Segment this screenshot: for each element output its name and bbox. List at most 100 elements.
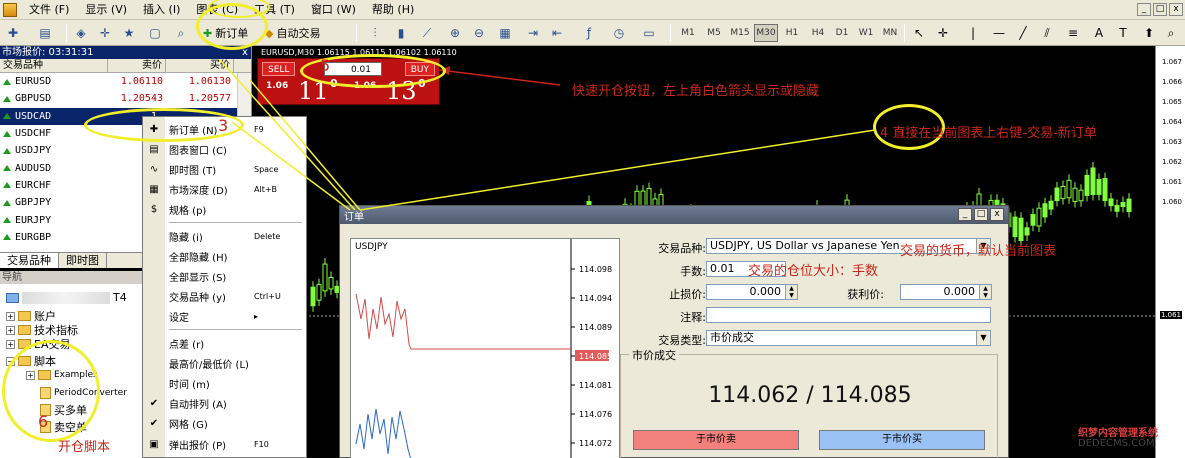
line-chart-icon[interactable]: ⟋ bbox=[418, 24, 436, 42]
dialog-minimize-button[interactable]: _ bbox=[958, 208, 972, 221]
context-menu-item[interactable]: ✔ 自动排列 (A) bbox=[143, 394, 306, 414]
order-type-select[interactable]: 市价成交 ▼ bbox=[706, 330, 991, 346]
expand-icon[interactable]: + bbox=[6, 325, 15, 335]
one-click-lot-input[interactable]: 0.01 bbox=[324, 62, 382, 76]
volume-input[interactable]: 0.01 bbox=[706, 261, 786, 277]
profiles-icon[interactable]: ▤ bbox=[36, 24, 54, 42]
context-menu-item[interactable]: ▣ 弹出报价 (P) F10 bbox=[143, 434, 306, 454]
comment-input[interactable] bbox=[706, 307, 991, 323]
tab-tick-chart[interactable]: 即时图 bbox=[59, 253, 107, 268]
tab-symbols[interactable]: 交易品种 bbox=[0, 253, 59, 268]
timeframe-m5[interactable]: M5 bbox=[702, 24, 726, 42]
col-symbol[interactable]: 交易品种 bbox=[0, 59, 108, 72]
indicators-icon[interactable]: ƒ bbox=[580, 24, 598, 42]
trendline-icon[interactable]: ╱ bbox=[1014, 24, 1032, 42]
market-watch-row[interactable]: EURUSD 1.06110 1.06130 bbox=[0, 73, 251, 90]
menu-insert[interactable]: 插入 (I) bbox=[135, 0, 188, 20]
spinner-icon[interactable]: ▲ ▼ bbox=[979, 285, 991, 299]
context-menu-item[interactable]: ✔ 网格 (G) bbox=[143, 414, 306, 434]
templates-icon[interactable]: ▭ bbox=[640, 24, 658, 42]
text-tool-icon[interactable]: A bbox=[1090, 24, 1108, 42]
strategy-tester-icon[interactable]: ⌕ bbox=[172, 24, 190, 42]
timeframe-m1[interactable]: M1 bbox=[676, 24, 700, 42]
context-menu-item[interactable]: ∿ 即时图 (T) Space bbox=[143, 159, 306, 179]
chevron-down-icon[interactable]: ▼ bbox=[976, 331, 990, 345]
auto-trading-button[interactable]: ◆ 自动交易 bbox=[262, 24, 323, 42]
context-menu-item[interactable]: 交易品种 (y) Ctrl+U bbox=[143, 287, 306, 307]
data-window-icon[interactable]: ✛ bbox=[96, 24, 114, 42]
buy-by-market-button[interactable]: 于市价买 bbox=[819, 430, 985, 450]
dialog-close-button[interactable]: x bbox=[990, 208, 1004, 221]
spinner-icon[interactable]: ▲ ▼ bbox=[785, 285, 797, 299]
timeframe-mn[interactable]: MN bbox=[878, 24, 902, 42]
fibonacci-icon[interactable]: ≡ bbox=[1064, 24, 1082, 42]
tree-script-sell[interactable]: 卖空单 bbox=[40, 419, 87, 435]
col-bid[interactable]: 卖价 bbox=[108, 59, 166, 72]
channel-icon[interactable]: ⫽ bbox=[1038, 24, 1056, 42]
context-menu-item[interactable]: 隐藏 (i) Delete bbox=[143, 226, 306, 246]
tree-root[interactable]: T4 bbox=[6, 291, 127, 304]
tree-expert-advisors[interactable]: + EA交易 bbox=[6, 336, 70, 352]
bar-chart-icon[interactable]: ⫶ bbox=[366, 24, 384, 42]
context-menu-item[interactable]: ▦ 市场深度 (D) Alt+B bbox=[143, 180, 306, 200]
tree-script-periodconverter[interactable]: PeriodConverter bbox=[40, 387, 127, 399]
timeframe-h1[interactable]: H1 bbox=[780, 24, 804, 42]
context-menu-item[interactable]: 全部显示 (S) bbox=[143, 266, 306, 286]
timeframe-m30[interactable]: M30 bbox=[754, 24, 778, 42]
arrows-tool-icon[interactable]: ⬆ bbox=[1140, 24, 1158, 42]
tree-scripts[interactable]: − 脚本 bbox=[6, 353, 56, 369]
symbol-select[interactable]: USDJPY, US Dollar vs Japanese Yen ▼ bbox=[706, 238, 991, 254]
new-order-button[interactable]: ✚ 新订单 bbox=[200, 24, 251, 42]
minimize-button[interactable]: _ bbox=[1137, 3, 1151, 16]
close-button[interactable]: x bbox=[1169, 3, 1183, 16]
chart-shift-icon[interactable]: ⇤ bbox=[548, 24, 566, 42]
crosshair-icon[interactable]: ✛ bbox=[934, 24, 952, 42]
candlestick-icon[interactable]: ▮ bbox=[392, 24, 410, 42]
menu-help[interactable]: 帮助 (H) bbox=[364, 0, 422, 20]
timeframe-w1[interactable]: W1 bbox=[854, 24, 878, 42]
context-menu-item[interactable]: 时间 (m) bbox=[143, 373, 306, 393]
menu-window[interactable]: 窗口 (W) bbox=[303, 0, 364, 20]
dialog-maximize-button[interactable]: □ bbox=[974, 208, 988, 221]
label-tool-icon[interactable]: T bbox=[1114, 24, 1132, 42]
vertical-line-icon[interactable]: | bbox=[964, 24, 982, 42]
menu-file[interactable]: 文件 (F) bbox=[21, 0, 77, 20]
market-watch-row[interactable]: GBPUSD 1.20543 1.20577 bbox=[0, 90, 251, 107]
navigator-icon[interactable]: ★ bbox=[120, 24, 138, 42]
tree-script-buy[interactable]: 买多单 bbox=[40, 402, 87, 418]
col-ask[interactable]: 买价 bbox=[166, 59, 234, 72]
tile-windows-icon[interactable]: ▦ bbox=[496, 24, 514, 42]
cursor-icon[interactable]: ↖ bbox=[910, 24, 928, 42]
zoom-out-icon[interactable]: ⊖ bbox=[470, 24, 488, 42]
stop-loss-input[interactable]: 0.000 ▲ ▼ bbox=[706, 284, 798, 300]
context-menu-item[interactable]: 设定 ▸ bbox=[143, 307, 306, 327]
zoom-in-icon[interactable]: ⊕ bbox=[446, 24, 464, 42]
search-icon[interactable]: ⌕ bbox=[1162, 24, 1180, 42]
terminal-icon[interactable]: ▢ bbox=[146, 24, 164, 42]
horizontal-line-icon[interactable]: — bbox=[990, 24, 1008, 42]
menu-tools[interactable]: 工具 (T) bbox=[246, 0, 303, 20]
expand-icon[interactable]: + bbox=[6, 339, 15, 349]
one-click-sell-button[interactable]: SELL bbox=[262, 62, 296, 76]
sell-by-market-button[interactable]: 于市价卖 bbox=[633, 430, 799, 450]
restore-button[interactable]: □ bbox=[1153, 3, 1167, 16]
collapse-icon[interactable]: − bbox=[6, 356, 15, 366]
auto-scroll-icon[interactable]: ⇥ bbox=[524, 24, 542, 42]
expand-icon[interactable]: + bbox=[26, 370, 35, 380]
context-menu-item[interactable]: $ 规格 (p) bbox=[143, 200, 306, 220]
menu-charts[interactable]: 图表 (C) bbox=[188, 0, 246, 20]
timeframe-h4[interactable]: H4 bbox=[806, 24, 830, 42]
context-menu-item[interactable]: 最高价/最低价 (L) bbox=[143, 353, 306, 373]
one-click-buy-button[interactable]: BUY bbox=[404, 62, 435, 76]
expand-icon[interactable]: + bbox=[6, 311, 15, 321]
context-menu-item[interactable]: ▤ 图表窗口 (C) bbox=[143, 139, 306, 159]
periods-icon[interactable]: ◷ bbox=[610, 24, 628, 42]
context-menu-item[interactable]: ✚ 新订单 (N) F9 bbox=[143, 119, 306, 139]
take-profit-input[interactable]: 0.000 ▲ ▼ bbox=[900, 284, 992, 300]
timeframe-m15[interactable]: M15 bbox=[728, 24, 752, 42]
menu-view[interactable]: 显示 (V) bbox=[77, 0, 135, 20]
order-dialog-title-bar[interactable]: 订单 _ □ x bbox=[340, 206, 1008, 224]
new-chart-icon[interactable]: ✚ bbox=[4, 24, 22, 42]
context-menu-item[interactable]: 点差 (r) bbox=[143, 333, 306, 353]
tree-examples[interactable]: + Examples bbox=[26, 370, 98, 380]
